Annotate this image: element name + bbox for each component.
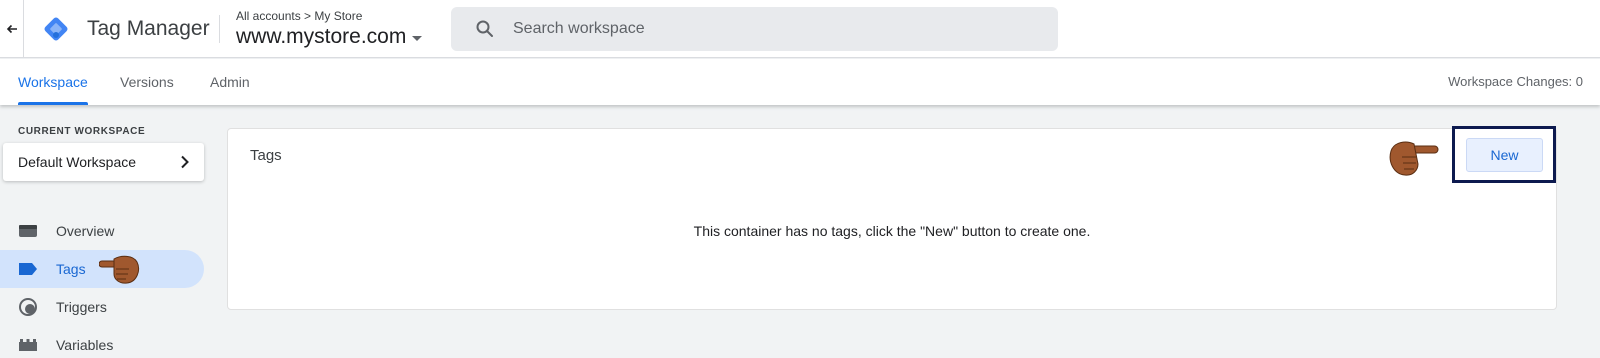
workspace-name: Default Workspace [18, 154, 137, 170]
search-placeholder: Search workspace [513, 20, 645, 37]
pointing-hand-icon [1389, 141, 1439, 176]
caret-down-icon [412, 36, 423, 41]
variables-icon [18, 335, 38, 355]
tabs-bar: Workspace Versions Admin Workspace Chang… [0, 59, 1600, 105]
sidebar-item-variables[interactable]: Variables [0, 326, 204, 358]
tab-workspace[interactable]: Workspace [18, 59, 88, 105]
sidebar-item-overview[interactable]: Overview [0, 212, 204, 250]
workspace-changes[interactable]: Workspace Changes: 0 [1448, 59, 1583, 105]
current-workspace-label: CURRENT WORKSPACE [18, 126, 146, 137]
search-icon [476, 20, 493, 37]
sidebar-item-label: Tags [56, 261, 86, 277]
container-selector[interactable]: www.mystore.com [236, 25, 423, 49]
account-breadcrumb[interactable]: All accounts > My Store [236, 9, 362, 23]
tags-card: Tags This container has no tags, click t… [227, 128, 1557, 310]
card-title: Tags [250, 147, 282, 164]
new-tag-button[interactable]: New [1466, 138, 1543, 172]
top-app-bar: Tag Manager All accounts > My Store www.… [0, 0, 1600, 58]
title-divider [219, 15, 220, 43]
pointing-hand-icon [99, 255, 140, 284]
search-input[interactable]: Search workspace [451, 7, 1058, 51]
tag-icon [18, 259, 38, 279]
empty-state-message: This container has no tags, click the "N… [693, 223, 1091, 239]
chevron-right-icon [181, 155, 189, 169]
workspace-selector[interactable]: Default Workspace [3, 143, 204, 181]
sidebar-item-label: Triggers [56, 299, 107, 315]
arrow-back-icon [6, 24, 17, 34]
trigger-icon [18, 297, 38, 317]
folder-icon [18, 221, 38, 241]
sidebar-item-label: Variables [56, 337, 114, 353]
sidebar-item-label: Overview [56, 223, 115, 239]
tab-admin[interactable]: Admin [210, 59, 250, 105]
tab-versions[interactable]: Versions [120, 59, 174, 105]
container-name: www.mystore.com [236, 25, 407, 48]
sidebar-item-triggers[interactable]: Triggers [0, 288, 204, 326]
back-button[interactable] [0, 0, 24, 58]
tag-manager-logo[interactable] [41, 14, 71, 44]
app-title: Tag Manager [87, 17, 210, 40]
